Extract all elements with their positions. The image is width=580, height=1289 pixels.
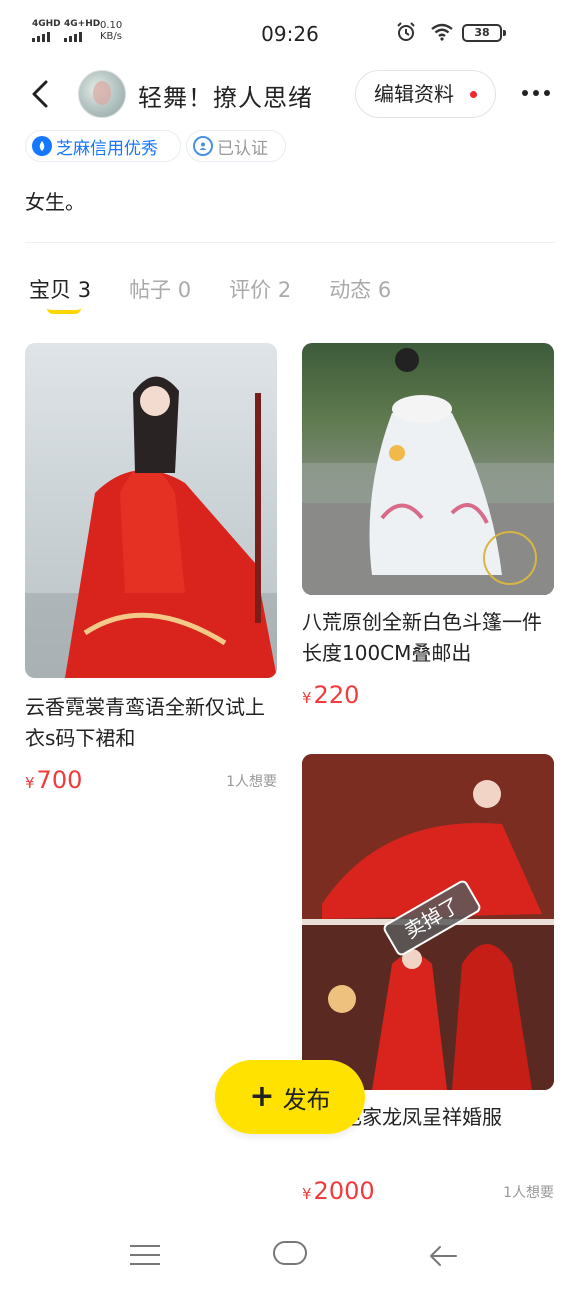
price-value: 700 (36, 766, 83, 794)
chevron-left-icon (32, 80, 48, 108)
plus-icon: + (249, 1079, 275, 1114)
tab-label: 动态 (329, 278, 372, 302)
tab-label: 宝贝 (29, 278, 71, 302)
currency-symbol: ¥ (302, 1185, 312, 1203)
publish-label: 发布 (282, 1085, 331, 1114)
currency-symbol: ¥ (25, 774, 35, 792)
alarm-icon (397, 22, 415, 41)
product-card[interactable]: 云香霓裳青鸾语全新仅试上衣s码下裙和 ¥700 1人想要 (25, 343, 277, 803)
product-image[interactable] (302, 343, 554, 595)
tab-count: 3 (77, 278, 92, 302)
tab-activity[interactable]: 动态 6 (329, 274, 391, 304)
product-image[interactable]: 卖掉了 (302, 754, 554, 1090)
battery-icon: 38 (462, 24, 506, 42)
credit-badge-label: 芝麻信用优秀 (56, 138, 158, 159)
edit-profile-button[interactable]: 编辑资料 (355, 70, 496, 118)
product-title[interactable]: 八荒原创全新白色斗篷一件长度100CM叠邮出 (302, 607, 554, 669)
product-price: ¥2000 (302, 1177, 375, 1205)
product-price: ¥700 (25, 766, 82, 794)
tab-count: 2 (277, 278, 292, 302)
user-nickname: 轻舞！撩人思绪 (138, 84, 313, 112)
divider (25, 242, 555, 243)
status-bar: 4GHD 4G+HD 0.10 KB/s 09:26 38 (0, 0, 580, 64)
menu-icon[interactable] (130, 1245, 160, 1272)
tab-posts[interactable]: 帖子 0 (129, 274, 191, 304)
back-arrow-icon[interactable] (428, 1241, 458, 1271)
product-card[interactable]: 卖掉了 婚秋色家龙凤呈祥婚服 ¥2000 1人想要 (302, 754, 554, 1214)
tab-label: 评价 (229, 278, 272, 302)
more-options-icon[interactable] (522, 90, 550, 96)
status-icons (396, 22, 454, 42)
tab-count: 6 (377, 278, 392, 302)
product-card[interactable]: 八荒原创全新白色斗篷一件长度100CM叠邮出 ¥220 (302, 343, 554, 713)
product-image[interactable] (25, 343, 277, 678)
notification-dot (470, 91, 477, 98)
edit-profile-label: 编辑资料 (374, 82, 454, 106)
wifi-icon (431, 23, 453, 41)
wants-count: 1人想要 (226, 774, 277, 790)
currency-symbol: ¥ (302, 689, 312, 707)
verified-icon (193, 136, 213, 156)
product-price: ¥220 (302, 681, 359, 709)
home-icon[interactable] (273, 1241, 307, 1265)
active-tab-indicator (47, 308, 81, 314)
price-value: 2000 (313, 1177, 375, 1205)
tab-items[interactable]: 宝贝 3 (29, 274, 92, 314)
tab-count: 0 (177, 278, 192, 302)
sesame-credit-icon (32, 136, 52, 156)
avatar[interactable] (78, 70, 126, 118)
tab-reviews[interactable]: 评价 2 (229, 274, 291, 304)
profile-tabs: 宝贝 3 帖子 0 评价 2 动态 6 (29, 274, 429, 314)
verified-badge[interactable]: 已认证 (186, 130, 286, 162)
back-button[interactable] (24, 74, 60, 114)
credit-badge[interactable]: 芝麻信用优秀 (25, 130, 181, 162)
wants-count: 1人想要 (503, 1185, 554, 1201)
publish-button[interactable]: + 发布 (215, 1060, 365, 1134)
user-bio: 女生。 (25, 190, 85, 214)
price-value: 220 (313, 681, 360, 709)
tab-label: 帖子 (129, 278, 172, 302)
product-title[interactable]: 云香霓裳青鸾语全新仅试上衣s码下裙和 (25, 692, 277, 754)
verified-badge-label: 已认证 (217, 138, 268, 159)
system-nav-bar (0, 1225, 580, 1289)
